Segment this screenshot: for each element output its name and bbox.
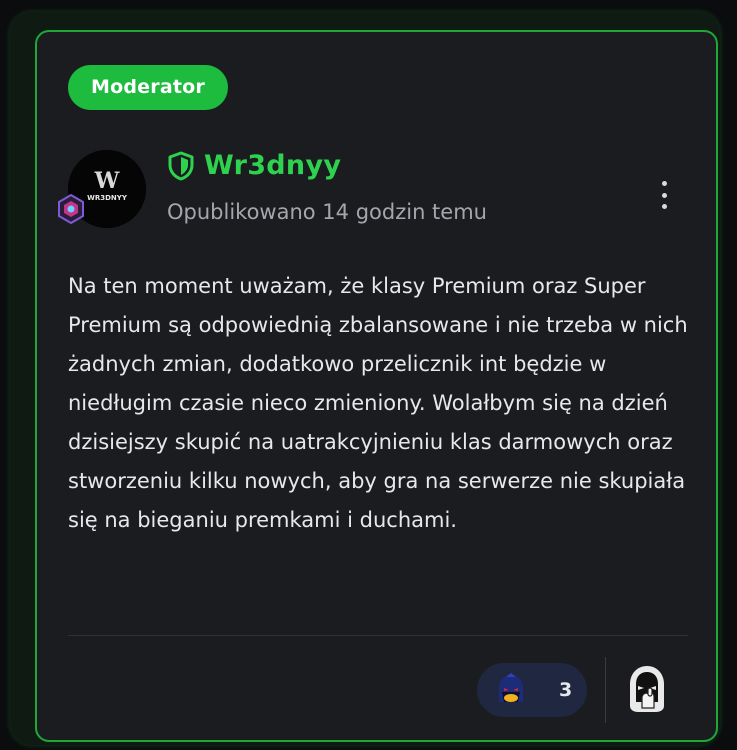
divider xyxy=(68,635,688,636)
author-name[interactable]: Wr3dnyy xyxy=(204,150,341,181)
post-card: Moderator W WR3DNYY Wr3dnyy Opublikowano… xyxy=(35,30,718,742)
more-vertical-icon xyxy=(661,181,667,186)
rank-badge-icon xyxy=(58,194,84,224)
reaction-avatar-icon xyxy=(499,673,523,702)
add-reaction-icon[interactable] xyxy=(624,662,670,718)
post-timestamp: Opublikowano 14 godzin temu xyxy=(167,200,487,224)
svg-text:W: W xyxy=(94,168,120,194)
author-avatar[interactable]: W WR3DNYY xyxy=(58,150,146,228)
reaction-count: 3 xyxy=(559,679,573,701)
shield-icon xyxy=(168,151,194,180)
svg-text:WR3DNYY: WR3DNYY xyxy=(87,194,128,202)
vertical-separator xyxy=(605,657,606,723)
reaction-summary-button[interactable]: 3 xyxy=(477,663,587,717)
more-options-button[interactable] xyxy=(649,178,679,212)
card-frame: Moderator W WR3DNYY Wr3dnyy Opublikowano… xyxy=(10,12,720,745)
more-vertical-icon-dot xyxy=(661,192,667,198)
role-badge: Moderator xyxy=(68,65,228,110)
more-vertical-icon-dot xyxy=(661,204,667,209)
post-body: Na ten moment uważam, że klasy Premium o… xyxy=(68,274,688,532)
author-row: Wr3dnyy xyxy=(167,150,341,181)
